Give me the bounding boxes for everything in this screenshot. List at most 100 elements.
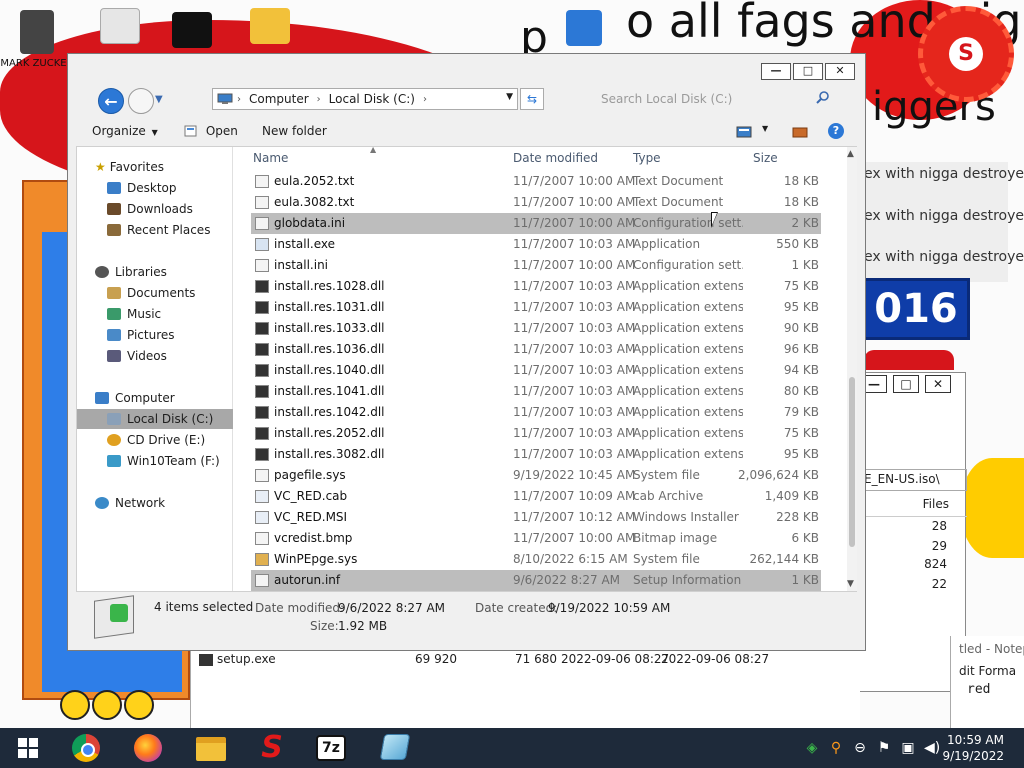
nav-videos[interactable]: Videos bbox=[77, 346, 233, 366]
new-folder-button[interactable]: New folder bbox=[262, 124, 327, 138]
maximize-button[interactable]: □ bbox=[793, 63, 823, 80]
file-row[interactable]: install.res.1028.dll 11/7/2007 10:03 AM Ap… bbox=[251, 276, 821, 297]
column-header-type[interactable]: Type bbox=[633, 151, 661, 165]
minus-tray-icon[interactable]: ⊖ bbox=[852, 739, 868, 757]
scrollbar-thumb[interactable] bbox=[849, 377, 855, 547]
wallpaper-smiley bbox=[960, 458, 1024, 558]
file-row[interactable]: install.res.1042.dll 11/7/2007 10:03 AM Ap… bbox=[251, 402, 821, 423]
nav-label: Win10Team (F:) bbox=[127, 454, 220, 468]
bg-files-column-header[interactable]: Files bbox=[859, 497, 967, 517]
file-row[interactable]: install.res.1041.dll 11/7/2007 10:03 AM Ap… bbox=[251, 381, 821, 402]
file-row[interactable]: VC_RED.MSI 11/7/2007 10:12 AM Windows Inst… bbox=[251, 507, 821, 528]
help-icon[interactable]: ? bbox=[828, 123, 844, 139]
nav-favorites[interactable]: ★ Favorites bbox=[77, 157, 233, 177]
organize-button[interactable]: Organize ▼ bbox=[92, 124, 158, 138]
file-row[interactable]: install.exe 11/7/2007 10:03 AM Application… bbox=[251, 234, 821, 255]
address-dropdown-icon[interactable]: ▼ bbox=[506, 92, 513, 102]
notepad-window[interactable]: tled - Notep dit Forma red bbox=[950, 636, 1024, 728]
file-row[interactable]: install.res.2052.dll 11/7/2007 10:03 AM Ap… bbox=[251, 423, 821, 444]
address-bar[interactable]: › Computer › Local Disk (C:) › ▼ bbox=[212, 88, 518, 110]
file-explorer-icon[interactable] bbox=[196, 737, 226, 761]
display-tray-icon[interactable]: ▣ bbox=[900, 739, 916, 757]
notepad-icon[interactable] bbox=[379, 734, 411, 760]
file-row[interactable]: install.res.3082.dll 11/7/2007 10:03 AM Ap… bbox=[251, 444, 821, 465]
file-row[interactable]: install.res.1040.dll 11/7/2007 10:03 AM Ap… bbox=[251, 360, 821, 381]
notepad-text[interactable]: red bbox=[967, 682, 990, 697]
close-button[interactable]: ✕ bbox=[825, 63, 855, 80]
nav-network[interactable]: Network bbox=[77, 493, 233, 513]
file-row[interactable]: install.res.1036.dll 11/7/2007 10:03 AM Ap… bbox=[251, 339, 821, 360]
content-area: ★ Favorites Desktop Downloads Recent Plac… bbox=[76, 145, 857, 592]
s-app-icon[interactable]: S bbox=[258, 733, 286, 763]
desktop-icon-monitor[interactable] bbox=[566, 10, 602, 46]
minimize-button[interactable]: — bbox=[761, 63, 791, 80]
file-row[interactable]: WinPEpge.sys 8/10/2022 6:15 AM System file… bbox=[251, 549, 821, 570]
notepad-menu[interactable]: dit Forma bbox=[959, 664, 1016, 678]
nav-downloads[interactable]: Downloads bbox=[77, 199, 233, 219]
nav-desktop[interactable]: Desktop bbox=[77, 178, 233, 198]
nav-pictures[interactable]: Pictures bbox=[77, 325, 233, 345]
file-row[interactable]: eula.3082.txt 11/7/2007 10:00 AM Text Docu… bbox=[251, 192, 821, 213]
nav-cd-drive[interactable]: CD Drive (E:) bbox=[77, 430, 233, 450]
desktop-icon-cmd[interactable] bbox=[172, 12, 212, 48]
column-header-name[interactable]: Name bbox=[253, 151, 288, 165]
explorer-window[interactable]: — □ ✕ ← ▼ › Computer › Local Disk (C:) ›… bbox=[67, 53, 866, 651]
cab-archive-icon bbox=[255, 490, 269, 503]
file-row[interactable]: install.res.1033.dll 11/7/2007 10:03 AM Ap… bbox=[251, 318, 821, 339]
history-dropdown-icon[interactable]: ▼ bbox=[155, 94, 163, 105]
firefox-icon[interactable] bbox=[134, 734, 162, 762]
scroll-down-icon[interactable]: ▼ bbox=[847, 579, 854, 589]
open-button[interactable]: Open bbox=[184, 124, 238, 138]
title-bar[interactable]: — □ ✕ bbox=[68, 54, 865, 86]
volume-tray-icon[interactable]: ◀) bbox=[924, 739, 940, 757]
breadcrumb-separator[interactable]: › bbox=[317, 94, 321, 105]
breadcrumb-local-disk[interactable]: Local Disk (C:) bbox=[329, 92, 415, 106]
desktop-icon-person[interactable] bbox=[20, 10, 54, 54]
nav-libraries[interactable]: Libraries bbox=[77, 262, 233, 282]
search-icon[interactable] bbox=[816, 90, 830, 104]
clock[interactable]: 10:59 AM 9/19/2022 bbox=[942, 732, 1004, 764]
vertical-scrollbar[interactable]: ▲ ▼ bbox=[847, 147, 857, 591]
breadcrumb-computer[interactable]: Computer bbox=[249, 92, 309, 106]
breadcrumb-separator[interactable]: › bbox=[237, 94, 241, 105]
view-options-icon[interactable] bbox=[736, 126, 752, 138]
chrome-icon[interactable] bbox=[72, 734, 100, 762]
search-tray-icon[interactable]: ⚲ bbox=[828, 739, 844, 757]
nav-local-disk[interactable]: Local Disk (C:) bbox=[77, 409, 233, 429]
scroll-up-icon[interactable]: ▲ bbox=[847, 149, 854, 159]
7zip-icon[interactable]: 7z bbox=[316, 735, 346, 761]
nav-computer[interactable]: Computer bbox=[77, 388, 233, 408]
nav-win10team[interactable]: Win10Team (F:) bbox=[77, 451, 233, 471]
nav-music[interactable]: Music bbox=[77, 304, 233, 324]
background-window-2[interactable]: setup.exe 69 920 71 680 2022-09-06 08:27… bbox=[190, 640, 860, 728]
bg-maximize-button[interactable]: □ bbox=[893, 375, 919, 393]
file-row[interactable]: pagefile.sys 9/19/2022 10:45 AM System fil… bbox=[251, 465, 821, 486]
nav-recent-places[interactable]: Recent Places bbox=[77, 220, 233, 240]
file-row[interactable]: globdata.ini 11/7/2007 10:00 AM Configurat… bbox=[251, 213, 821, 234]
breadcrumb-separator[interactable]: › bbox=[423, 94, 427, 105]
start-button[interactable] bbox=[18, 738, 38, 758]
view-dropdown-icon[interactable]: ▼ bbox=[762, 124, 768, 133]
file-row[interactable]: install.ini 11/7/2007 10:00 AM Configurati… bbox=[251, 255, 821, 276]
dll-file-icon bbox=[255, 322, 269, 335]
bg-close-button[interactable]: ✕ bbox=[925, 375, 951, 393]
column-header-date[interactable]: Date modified bbox=[513, 151, 598, 165]
bg-path-combo[interactable]: E_EN-US.iso\ bbox=[859, 469, 967, 491]
file-row[interactable]: install.res.1031.dll 11/7/2007 10:03 AM Ap… bbox=[251, 297, 821, 318]
network-tray-icon[interactable]: ◈ bbox=[804, 739, 820, 757]
column-header-size[interactable]: Size bbox=[753, 151, 778, 165]
flag-tray-icon[interactable]: ⚑ bbox=[876, 739, 892, 757]
preview-pane-icon[interactable] bbox=[792, 126, 808, 138]
desktop-icon-folder[interactable] bbox=[250, 8, 290, 44]
back-arrow-icon[interactable]: ← bbox=[98, 88, 124, 114]
search-input[interactable]: Search Local Disk (C:) bbox=[595, 88, 835, 110]
file-row[interactable]: eula.2052.txt 11/7/2007 10:00 AM Text Docu… bbox=[251, 171, 821, 192]
file-row[interactable]: vcredist.bmp 11/7/2007 10:00 AM Bitmap ima… bbox=[251, 528, 821, 549]
file-row[interactable]: VC_RED.cab 11/7/2007 10:09 AM cab Archive 1… bbox=[251, 486, 821, 507]
file-row[interactable]: autorun.inf 9/6/2022 8:27 AM Setup Informa… bbox=[251, 570, 821, 591]
file-size: 80 KB bbox=[783, 384, 819, 398]
desktop-icon-app[interactable] bbox=[100, 8, 140, 44]
nav-documents[interactable]: Documents bbox=[77, 283, 233, 303]
forward-arrow-icon[interactable] bbox=[128, 88, 154, 114]
refresh-icon[interactable]: ⇆ bbox=[520, 88, 544, 110]
